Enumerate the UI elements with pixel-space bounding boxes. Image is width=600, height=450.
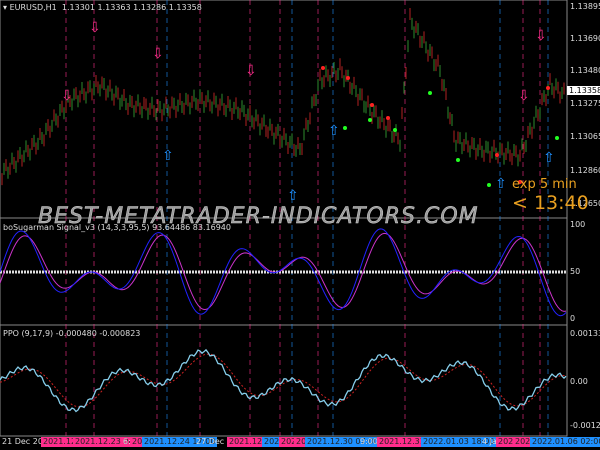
ppo-tick: -0.001283 <box>570 421 600 430</box>
time-label: 2022.01.06 02:00 <box>530 437 600 447</box>
ppo-line <box>0 348 567 413</box>
buy-arrow-icon: ⇧ <box>162 148 174 164</box>
sell-arrow-icon: ⇩ <box>61 88 73 104</box>
sell-dot <box>346 76 350 80</box>
price-tick: 1.13895 <box>570 2 600 11</box>
buy-dot <box>487 183 491 187</box>
price-tick: 1.13065 <box>570 132 600 141</box>
current-price-tag: 1.13358 <box>567 86 600 95</box>
main-chart-title: ▾ EURUSD,H1 1.13301 1.13363 1.13286 1.13… <box>3 3 202 12</box>
ppo-title: PPO (9,17,9) -0.000480 -0.000823 <box>3 329 141 338</box>
sell-arrow-icon: ⇩ <box>89 20 101 36</box>
sell-arrow-icon: ⇩ <box>152 46 164 62</box>
buy-arrow-icon: ⇧ <box>495 176 507 192</box>
buy-dot <box>393 128 397 132</box>
buy-dot <box>343 126 347 130</box>
osc-tick: 50 <box>570 267 581 276</box>
sell-dot <box>386 116 390 120</box>
buy-dot <box>555 136 559 140</box>
buy-dot <box>368 118 372 122</box>
time-label: 9:00 <box>360 437 378 446</box>
price-tick: 1.12860 <box>570 166 600 175</box>
ppo-tick: 0.001337 <box>570 329 600 338</box>
price-tick: 1.13275 <box>570 99 600 108</box>
oscillator-title: boSugarman Signal_v3 (14,3,3,95,5) 93.64… <box>3 223 231 232</box>
price-tick: 1.13480 <box>570 66 600 75</box>
sell-arrow-icon: ⇩ <box>245 63 257 79</box>
countdown-timer: < 13:40 <box>512 192 589 214</box>
price-tick: 1.13690 <box>570 34 600 43</box>
sell-dot <box>495 153 499 157</box>
sell-arrow-icon: ⇩ <box>535 28 547 44</box>
symbol-label: EURUSD,H1 <box>9 3 57 12</box>
sell-dot <box>321 66 325 70</box>
buy-arrow-icon: ⇧ <box>328 123 340 139</box>
sell-arrow-icon: ⇩ <box>518 88 530 104</box>
buy-dot <box>428 91 432 95</box>
ppo-tick: 0.00 <box>570 377 588 386</box>
buy-arrow-icon: ⇧ <box>543 150 555 166</box>
sell-dot <box>370 103 374 107</box>
ohlc-values: 1.13301 1.13363 1.13286 1.13358 <box>61 3 202 12</box>
buy-arrow-icon: ⇧ <box>287 188 299 204</box>
buy-dot <box>456 158 460 162</box>
osc-tick: 100 <box>570 220 586 229</box>
osc-tick: 0 <box>570 314 576 323</box>
sell-dot <box>546 86 550 90</box>
expiry-label: exp 5 min <box>512 177 577 192</box>
